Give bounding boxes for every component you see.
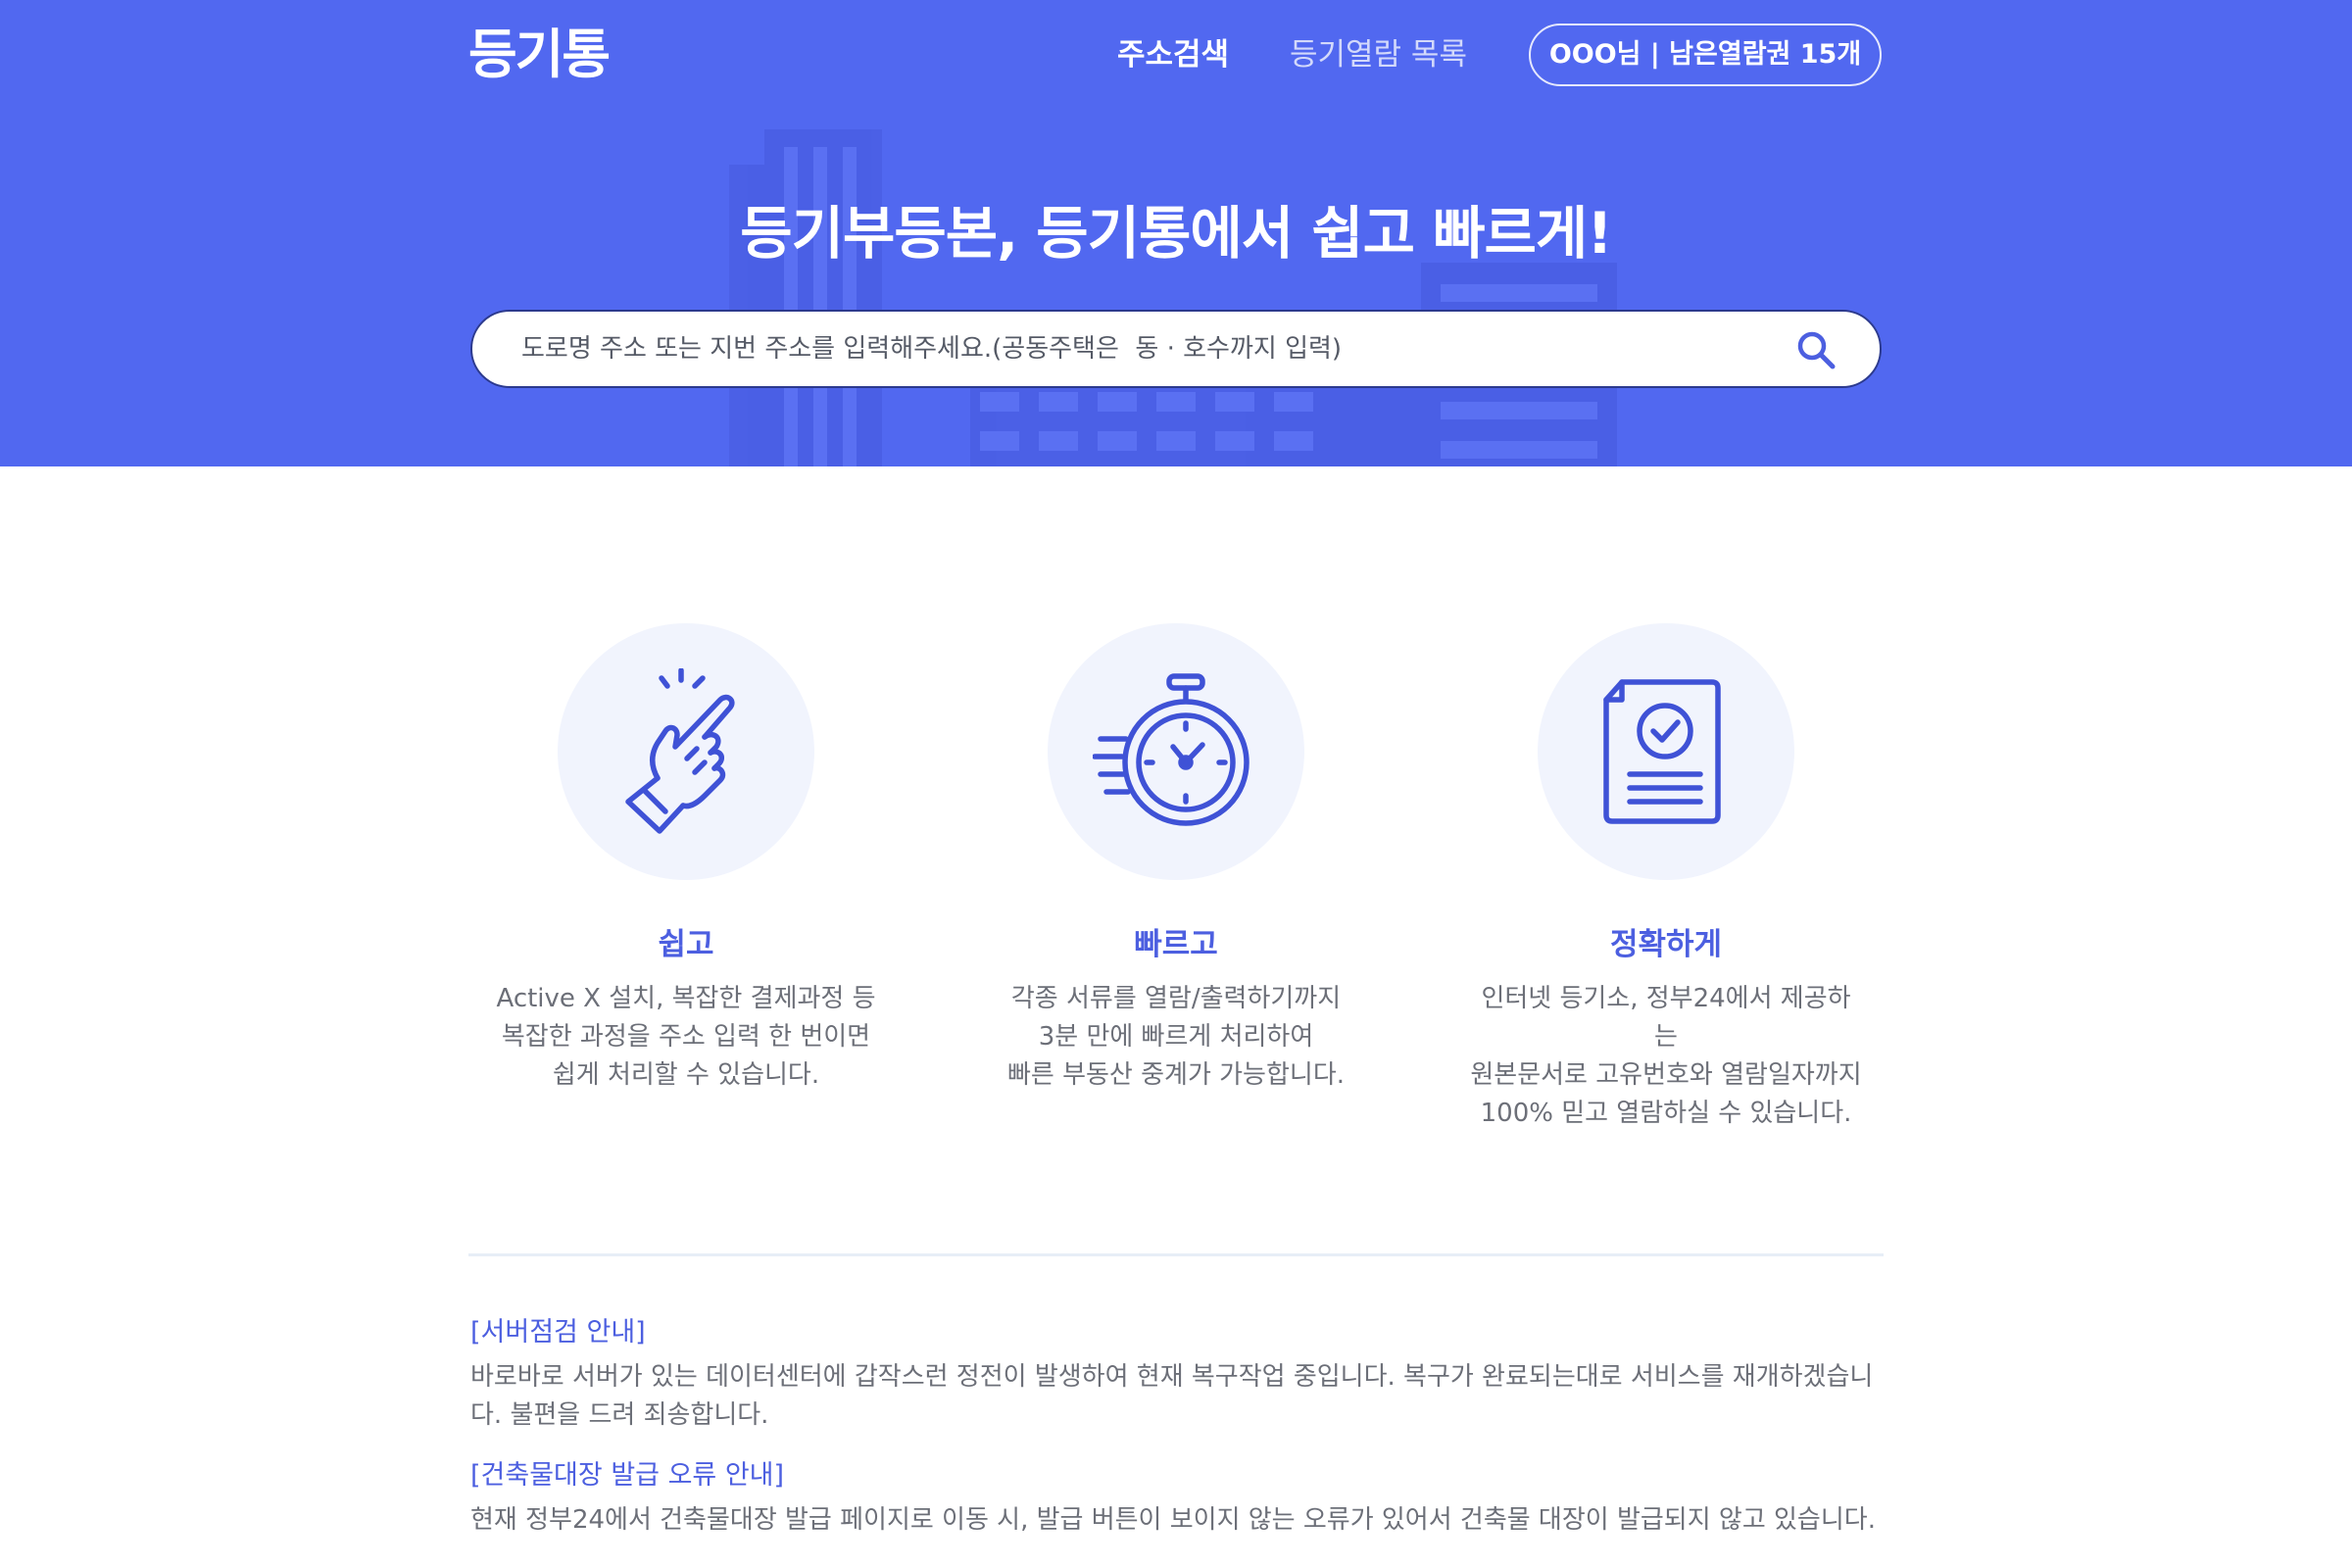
feature-icon-circle xyxy=(558,623,814,880)
feature-desc-line: 100% 믿고 열람하실 수 있습니다. xyxy=(1480,1099,1852,1128)
notice-title[interactable]: [서버점검 안내] xyxy=(470,1311,1884,1354)
feature-desc-line: 각종 서류를 열람/출력하기까지 xyxy=(1010,984,1342,1013)
feature-title: 정확하게 xyxy=(1609,927,1723,962)
feature-desc-line: 빠른 부동산 중계가 가능합니다. xyxy=(1006,1060,1346,1090)
verified-document-icon xyxy=(1603,679,1721,824)
address-search-input[interactable] xyxy=(519,312,1744,386)
feature-desc-line: 쉽게 처리할 수 있습니다. xyxy=(552,1060,820,1090)
notice-body: 바로바로 서버가 있는 데이터센터에 갑작스런 정전이 발생하여 현재 복구작업… xyxy=(470,1362,1874,1430)
hero-section: 등기통 주소검색 등기열람 목록 OOO님 | 남은열람권 15개 등기부등본,… xyxy=(0,0,2352,466)
pointing-hand-icon xyxy=(625,668,735,834)
notice-body: 현재 정부24에서 건축물대장 발급 페이지로 이동 시, 발급 버튼이 보이지… xyxy=(470,1505,1876,1535)
notice-item: [건축물대장 발급 오류 안내] 현재 정부24에서 건축물대장 발급 페이지로… xyxy=(470,1454,1884,1540)
hero-title: 등기부등본, 등기통에서 쉽고 빠르게! xyxy=(740,200,1612,267)
user-status-badge[interactable]: OOO님 | 남은열람권 15개 xyxy=(1529,24,1882,86)
notice-title[interactable]: [건축물대장 발급 오류 안내] xyxy=(470,1454,1884,1497)
feature-accurate: 정확하게 인터넷 등기소, 정부24에서 제공하는 원본문서로 고유번호와 열람… xyxy=(1470,623,1862,1133)
feature-desc-line: Active X 설치, 복잡한 결제과정 등 xyxy=(496,984,876,1013)
feature-desc-line: 복잡한 과정을 주소 입력 한 번이면 xyxy=(501,1022,871,1052)
feature-easy: 쉽고 Active X 설치, 복잡한 결제과정 등 복잡한 과정을 주소 입력… xyxy=(490,623,882,1095)
address-search-bar xyxy=(470,310,1882,388)
top-header: 등기통 주소검색 등기열람 목록 OOO님 | 남은열람권 15개 xyxy=(468,24,1882,86)
notice-list: [서버점검 안내] 바로바로 서버가 있는 데이터센터에 갑작스런 정전이 발생… xyxy=(470,1311,1884,1559)
feature-desc-line: 원본문서로 고유번호와 열람일자까지 xyxy=(1470,1060,1862,1090)
feature-description: Active X 설치, 복잡한 결제과정 등 복잡한 과정을 주소 입력 한 … xyxy=(490,980,882,1095)
section-divider xyxy=(468,1253,1884,1256)
feature-title: 빠르고 xyxy=(1134,927,1218,962)
feature-description: 인터넷 등기소, 정부24에서 제공하는 원본문서로 고유번호와 열람일자까지 … xyxy=(1470,980,1862,1133)
feature-fast: 빠르고 각종 서류를 열람/출력하기까지 3분 만에 빠르게 처리하여 빠른 부… xyxy=(980,623,1372,1095)
search-icon[interactable] xyxy=(1795,329,1837,370)
feature-icon-circle xyxy=(1048,623,1304,880)
features-section: 쉽고 Active X 설치, 복잡한 결제과정 등 복잡한 과정을 주소 입력… xyxy=(0,466,2352,1250)
nav-address-search[interactable]: 주소검색 xyxy=(1117,33,1229,76)
logo[interactable]: 등기통 xyxy=(468,25,611,84)
feature-desc-line: 3분 만에 빠르게 처리하여 xyxy=(1038,1022,1314,1052)
feature-description: 각종 서류를 열람/출력하기까지 3분 만에 빠르게 처리하여 빠른 부동산 중… xyxy=(980,980,1372,1095)
stopwatch-icon xyxy=(1093,673,1250,826)
nav-registry-list[interactable]: 등기열람 목록 xyxy=(1290,33,1467,76)
feature-desc-line: 인터넷 등기소, 정부24에서 제공하는 xyxy=(1481,984,1851,1052)
feature-title: 쉽고 xyxy=(658,927,714,962)
notice-item: [서버점검 안내] 바로바로 서버가 있는 데이터센터에 갑작스런 정전이 발생… xyxy=(470,1311,1884,1435)
feature-icon-circle xyxy=(1538,623,1794,880)
